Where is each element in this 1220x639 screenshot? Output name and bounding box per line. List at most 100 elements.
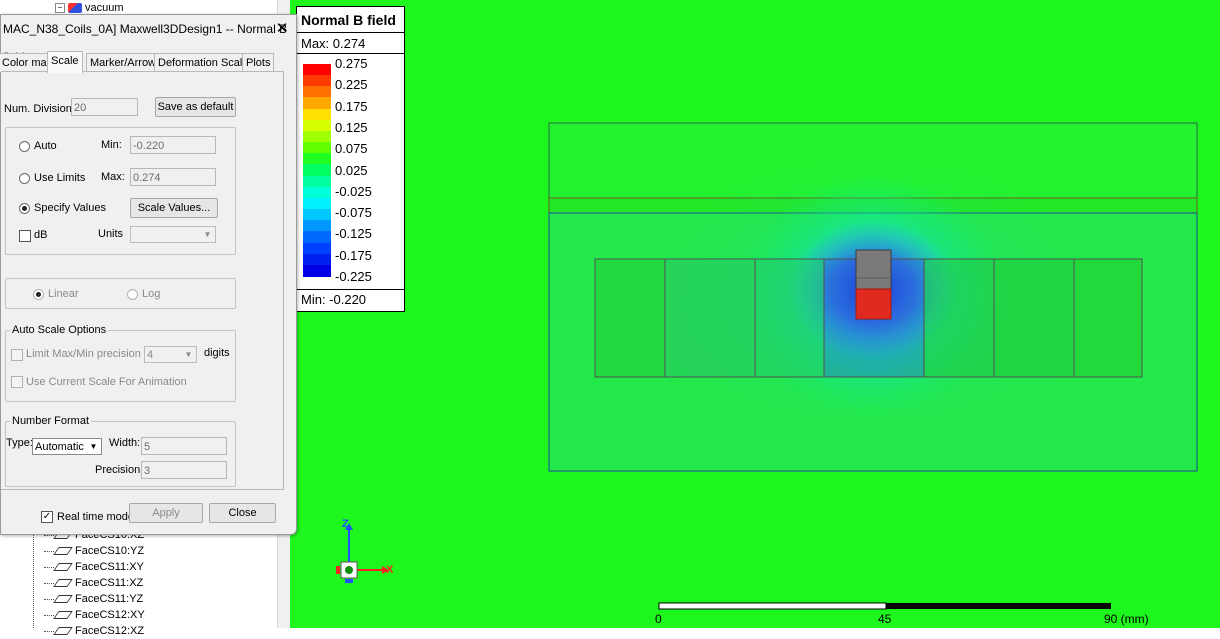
legend-color-band	[303, 64, 331, 76]
tree-item-face[interactable]: FaceCS12:XZ	[44, 623, 144, 639]
limit-precision-checkbox[interactable]	[11, 349, 23, 361]
precision-digits-select[interactable]: 4 ▼	[144, 346, 197, 363]
material-icon	[68, 3, 82, 14]
face-cs-icon	[53, 547, 73, 556]
auto-label: Auto	[34, 140, 57, 152]
legend-color-band	[303, 264, 331, 277]
legend-color-band	[303, 253, 331, 266]
precision-field[interactable]: 3	[141, 461, 227, 479]
legend-value-label: -0.225	[335, 269, 372, 284]
use-current-scale-label: Use Current Scale For Animation	[26, 376, 187, 388]
scale-label-start: 0	[655, 612, 662, 626]
num-division-field[interactable]: 20	[71, 98, 138, 116]
min-field[interactable]: -0.220	[130, 136, 216, 154]
units-label: Units	[98, 228, 124, 240]
legend-min: Min: -0.220	[297, 289, 404, 309]
legend-max: Max: 0.274	[297, 34, 404, 54]
number-format-label: Number Format	[10, 415, 92, 427]
legend-value-label: -0.075	[335, 205, 372, 221]
log-label: Log	[142, 288, 161, 300]
legend-color-band	[303, 97, 331, 110]
scale-bar-black	[886, 603, 1111, 609]
legend-value-label: -0.125	[335, 226, 372, 242]
scale-values-button[interactable]: Scale Values...	[130, 198, 218, 218]
legend-color-band	[303, 86, 331, 99]
legend-color-band	[303, 231, 331, 244]
scale-bar-white	[658, 602, 887, 610]
scale-label-end: 90 (mm)	[1104, 612, 1149, 626]
real-time-mode-checkbox[interactable]: ✓	[41, 511, 53, 523]
range-group: Auto Min: -0.220 Use Limits Max: 0.274 S…	[5, 127, 236, 255]
tab-marker-arrow[interactable]: Marker/Arrow	[86, 53, 161, 72]
db-checkbox[interactable]	[19, 230, 31, 242]
legend-color-band	[303, 75, 331, 87]
scale-tab-panel: Num. Division 20 Save as default Auto Mi…	[1, 71, 284, 490]
block-5	[923, 258, 995, 378]
legend-value-label: 0.275	[335, 56, 368, 71]
auto-scale-options-group: Auto Scale Options Limit Max/Min precisi…	[5, 324, 236, 402]
block-3	[754, 258, 825, 378]
face-cs-icon	[53, 627, 73, 636]
tab-deformation-scale[interactable]: Deformation Scale	[154, 53, 253, 72]
max-field[interactable]: 0.274	[130, 168, 216, 186]
auto-scale-options-label: Auto Scale Options	[10, 324, 109, 336]
limit-precision-label: Limit Max/Min precision to	[26, 348, 154, 360]
db-label: dB	[34, 229, 48, 241]
legend-color-band	[303, 220, 331, 232]
scale-label-mid: 45	[878, 612, 892, 626]
face-cs-icon	[53, 563, 73, 572]
tab-scale[interactable]: Scale	[47, 51, 83, 73]
normal-b-field-dialog: MAC_N38_Coils_0A] Maxwell3DDesign1 -- No…	[0, 14, 297, 535]
tree-item-face[interactable]: FaceCS11:YZ	[44, 591, 143, 607]
tree-item-face[interactable]: FaceCS10:YZ	[44, 543, 144, 559]
expand-icon[interactable]: −	[55, 3, 65, 14]
block-1	[594, 258, 666, 378]
linear-log-group: Linear Log	[5, 278, 236, 309]
apply-button[interactable]: Apply	[129, 503, 203, 523]
legend-color-band	[303, 164, 331, 177]
type-label: Type:	[6, 437, 33, 449]
dialog-title: MAC_N38_Coils_0A] Maxwell3DDesign1 -- No…	[3, 22, 288, 64]
legend-color-band	[303, 130, 331, 143]
legend-value-label: 0.125	[335, 119, 368, 135]
chevron-down-icon: ▼	[184, 350, 193, 359]
use-limits-radio[interactable]	[19, 173, 30, 184]
real-time-mode-label: Real time mode	[57, 511, 135, 523]
block-6	[993, 258, 1075, 378]
specify-values-label: Specify Values	[34, 202, 106, 214]
legend-value-label: -0.025	[335, 183, 372, 199]
x-axis-label: X	[386, 564, 394, 576]
min-label: Min:	[101, 139, 122, 151]
chevron-down-icon: ▼	[89, 442, 98, 451]
auto-radio[interactable]	[19, 141, 30, 152]
legend-color-band	[303, 175, 331, 188]
field-legend[interactable]: Normal B field Max: 0.274 0.275 0.225 0.17…	[296, 6, 405, 312]
legend-color-band	[303, 242, 331, 255]
precision-label: Precision:	[95, 464, 144, 476]
tree-item-face[interactable]: FaceCS11:XZ	[44, 575, 143, 591]
close-button[interactable]: Close	[209, 503, 276, 523]
save-as-default-button[interactable]: Save as default	[155, 97, 236, 117]
magnet-red	[855, 288, 892, 320]
close-icon[interactable]: ✕	[272, 19, 292, 39]
linear-radio[interactable]	[33, 289, 44, 300]
legend-color-band	[303, 119, 331, 132]
legend-value-label: 0.025	[335, 162, 368, 178]
legend-value-label: 0.225	[335, 77, 368, 93]
number-format-group: Number Format Type: Automatic ▼ Width: 5 …	[5, 415, 236, 487]
specify-values-radio[interactable]	[19, 203, 30, 214]
tree-item-face[interactable]: FaceCS11:XY	[44, 559, 144, 575]
field-plot	[336, 122, 1198, 610]
legend-color-band	[303, 108, 331, 121]
units-select[interactable]: ▼	[130, 226, 216, 243]
type-select[interactable]: Automatic ▼	[32, 438, 102, 455]
tab-plots[interactable]: Plots	[242, 53, 275, 72]
legend-color-band	[303, 186, 331, 199]
log-radio[interactable]	[127, 289, 138, 300]
width-field[interactable]: 5	[141, 437, 227, 455]
face-cs-icon	[53, 595, 73, 604]
use-current-scale-checkbox[interactable]	[11, 376, 23, 388]
tree-item-face[interactable]: FaceCS12:XY	[44, 607, 145, 623]
3d-viewport[interactable]: Normal B field Max: 0.274 0.275 0.225 0.17…	[290, 0, 1220, 628]
linear-label: Linear	[48, 288, 79, 300]
